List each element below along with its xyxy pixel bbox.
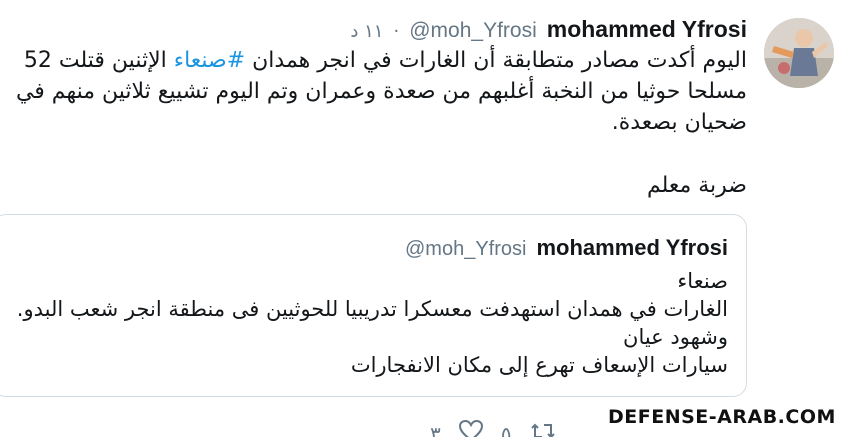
heart-icon[interactable] <box>458 419 483 437</box>
watermark: DEFENSE-ARAB.COM <box>606 406 838 428</box>
tweet-timestamp[interactable]: ١١ د <box>350 21 383 42</box>
separator-dot: · <box>393 21 400 42</box>
retweet-icon[interactable] <box>530 421 556 437</box>
avatar[interactable] <box>764 18 834 88</box>
quoted-line: وشهود عيان <box>623 325 728 349</box>
tweet-actions: ٣ ٥ <box>430 419 556 437</box>
hashtag-link[interactable]: #صنعاء <box>174 48 245 73</box>
author-name[interactable]: mohammed Yfrosi <box>547 16 747 43</box>
reply-count: ٣ <box>430 422 441 437</box>
quoted-tweet-header: mohammed Yfrosi @moh_Yfrosi <box>405 235 728 261</box>
quoted-tweet-text: صنعاء الغارات في همدان استهدفت معسكرا تد… <box>0 267 728 379</box>
tweet-header: mohammed Yfrosi @moh_Yfrosi · ١١ د <box>350 16 747 43</box>
quoted-line: صنعاء <box>677 269 728 293</box>
tweet-signoff: ضربة معلم <box>646 173 747 198</box>
quoted-author-name: mohammed Yfrosi <box>536 235 728 260</box>
author-handle[interactable]: @moh_Yfrosi <box>409 19 537 43</box>
quoted-author-handle: @moh_Yfrosi <box>404 238 527 260</box>
user-avatar-photo-icon <box>764 18 834 88</box>
quoted-line: الغارات في همدان استهدفت معسكرا تدريبيا … <box>16 297 728 321</box>
quoted-line: سيارات الإسعاف تهرع إلى مكان الانفجارات <box>350 353 728 377</box>
quoted-tweet[interactable]: mohammed Yfrosi @moh_Yfrosi صنعاء الغارا… <box>0 214 747 397</box>
tweet: mohammed Yfrosi @moh_Yfrosi · ١١ د اليوم… <box>0 0 842 437</box>
tweet-text-part: اليوم أكدت مصادر متطابقة أن الغارات في ا… <box>245 48 747 73</box>
retweet-count: ٥ <box>500 422 512 437</box>
tweet-text: اليوم أكدت مصادر متطابقة أن الغارات في ا… <box>2 45 747 138</box>
